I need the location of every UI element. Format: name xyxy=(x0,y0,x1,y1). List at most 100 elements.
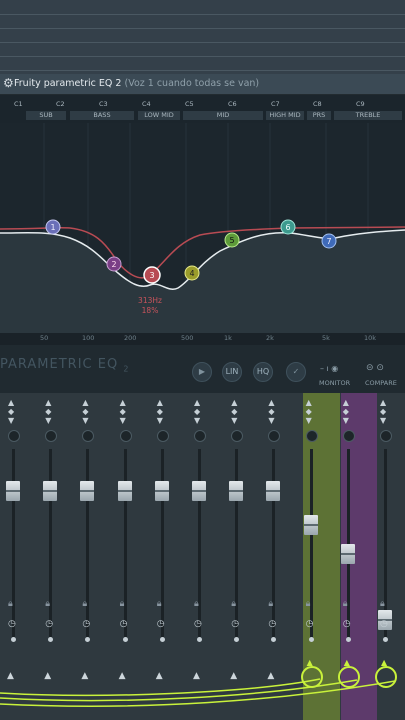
record-dot-icon[interactable] xyxy=(48,637,54,642)
pan-knob[interactable] xyxy=(380,430,392,442)
pan-knob[interactable] xyxy=(156,430,169,442)
note-label: C6 xyxy=(228,100,237,108)
pan-knob[interactable] xyxy=(305,430,318,442)
check-icon[interactable]: ✓ xyxy=(286,362,306,382)
route-arrows-icon[interactable]: ▲ ◆ ▼ xyxy=(343,398,349,425)
band-handle-label: 1 xyxy=(50,223,55,232)
volume-fader[interactable] xyxy=(117,480,132,501)
pan-knob[interactable] xyxy=(45,430,58,442)
lock-icon[interactable]: 🔒︎ xyxy=(82,599,87,609)
volume-fader[interactable] xyxy=(154,480,169,501)
volume-fader[interactable] xyxy=(43,480,58,501)
lock-icon[interactable]: 🔒︎ xyxy=(120,599,125,609)
fader-track xyxy=(235,449,239,639)
lock-icon[interactable]: 🔒︎ xyxy=(8,599,13,609)
route-arrows-icon[interactable]: ▲ ◆ ▼ xyxy=(157,398,163,425)
lock-icon[interactable]: 🔒︎ xyxy=(343,599,348,609)
volume-fader[interactable] xyxy=(340,543,355,564)
hq-button[interactable]: HQ xyxy=(253,362,273,382)
record-dot-icon[interactable] xyxy=(308,637,314,642)
route-arrows-icon[interactable]: ▲ ◆ ▼ xyxy=(268,398,274,425)
clock-icon[interactable]: ◷ xyxy=(380,619,388,629)
lock-icon[interactable]: 🔒︎ xyxy=(268,599,273,609)
eq-band-handle-4[interactable]: 4 xyxy=(184,265,200,281)
fader-track xyxy=(86,449,90,639)
plugin-title-bar[interactable]: ⚙ Fruity parametric EQ 2 (Voz 1 cuando t… xyxy=(0,74,405,95)
route-arrows-icon[interactable]: ▲ ◆ ▼ xyxy=(45,398,51,425)
pan-knob[interactable] xyxy=(342,430,355,442)
pan-knob[interactable] xyxy=(194,430,206,442)
lock-icon[interactable]: 🔒︎ xyxy=(45,599,50,609)
record-dot-icon[interactable] xyxy=(383,637,388,642)
lin-button[interactable]: LIN xyxy=(222,362,242,382)
record-dot-icon[interactable] xyxy=(197,637,202,642)
compare-label: COMPARE xyxy=(365,379,397,387)
lock-icon[interactable]: 🔒︎ xyxy=(306,599,311,609)
monitor-toggle-icon[interactable]: – ı ◉ xyxy=(320,364,338,373)
eq-band-handle-1[interactable]: 1 xyxy=(45,219,61,235)
pan-knob[interactable] xyxy=(119,430,132,442)
band-group-prs: PRS xyxy=(307,111,331,120)
eq-band-handle-5[interactable]: 5 xyxy=(224,232,240,248)
record-dot-icon[interactable] xyxy=(122,637,128,642)
route-arrows-icon[interactable]: ▲ ◆ ▼ xyxy=(306,398,312,425)
lock-icon[interactable]: 🔒︎ xyxy=(380,599,385,609)
route-arrows-icon[interactable]: ▲ ◆ ▼ xyxy=(194,398,200,425)
record-dot-icon[interactable] xyxy=(85,637,91,642)
band-handle-label: 6 xyxy=(285,223,290,232)
lock-icon[interactable]: 🔒︎ xyxy=(157,599,162,609)
note-label: C9 xyxy=(356,100,365,108)
record-dot-icon[interactable] xyxy=(234,637,240,642)
pan-knob[interactable] xyxy=(268,430,281,442)
record-dot-icon[interactable] xyxy=(271,637,277,642)
eq-band-handle-3[interactable]: 3 xyxy=(143,266,161,284)
route-arrows-icon[interactable]: ▲ ◆ ▼ xyxy=(82,398,88,425)
freq-tick: 50 xyxy=(40,334,49,342)
route-arrows-icon[interactable]: ▲ ◆ ▼ xyxy=(380,398,386,425)
freq-tick: 200 xyxy=(124,334,137,342)
pan-knob[interactable] xyxy=(82,430,95,442)
freq-tick: 5k xyxy=(322,334,330,342)
clock-icon[interactable]: ◷ xyxy=(306,619,314,629)
volume-fader[interactable] xyxy=(6,480,20,501)
eq-band-handle-2[interactable]: 2 xyxy=(106,256,122,272)
record-dot-icon[interactable] xyxy=(345,637,351,642)
route-arrows-icon[interactable]: ▲ ◆ ▼ xyxy=(231,398,237,425)
route-arrows-icon[interactable]: ▲ ◆ ▼ xyxy=(8,398,14,425)
mixer-panel: ▲ ◆ ▼ 🔒︎ ◷ ▲ ▲ ◆ ▼ 🔒︎ ◷ ▲ ▲ ◆ ▼ 🔒︎ ◷ ▲ ▲ ◆ ▼ 🔒︎ ◷ ▲ ▲ ◆ ▼ 🔒︎ ◷ ▲ ▲ ◆ ▼ 🔒︎… xyxy=(0,393,405,720)
clock-icon[interactable]: ◷ xyxy=(8,619,16,629)
clock-icon[interactable]: ◷ xyxy=(82,619,90,629)
clock-icon[interactable]: ◷ xyxy=(268,619,276,629)
record-dot-icon[interactable] xyxy=(11,637,16,642)
volume-fader[interactable] xyxy=(192,480,206,501)
route-arrows-icon[interactable]: ▲ ◆ ▼ xyxy=(120,398,126,425)
gear-icon[interactable]: ⚙ xyxy=(3,76,14,90)
clock-icon[interactable]: ◷ xyxy=(343,619,351,629)
clock-icon[interactable]: ◷ xyxy=(120,619,128,629)
clock-icon[interactable]: ◷ xyxy=(194,619,202,629)
band-header: C1 C2 C3 C4 C5 C6 C7 C8 C9 SUB BASS LOW … xyxy=(0,95,405,123)
note-label: C8 xyxy=(313,100,322,108)
clock-icon[interactable]: ◷ xyxy=(157,619,165,629)
eq-graph[interactable]: 1 2 3 4 5 6 7 313Hz 18% xyxy=(0,123,405,333)
play-icon[interactable]: ▶ xyxy=(192,362,212,382)
volume-fader[interactable] xyxy=(266,480,281,501)
clock-icon[interactable]: ◷ xyxy=(45,619,53,629)
eq-band-handle-7[interactable]: 7 xyxy=(321,233,337,249)
band-handle-label: 5 xyxy=(229,236,234,245)
fader-track xyxy=(49,449,53,639)
volume-fader[interactable] xyxy=(303,515,318,535)
lock-icon[interactable]: 🔒︎ xyxy=(194,599,199,609)
freq-tick: 2k xyxy=(266,334,274,342)
eq-band-handle-6[interactable]: 6 xyxy=(280,219,296,235)
lock-icon[interactable]: 🔒︎ xyxy=(231,599,236,609)
compare-toggle-icon[interactable]: ⊝ ⊙ xyxy=(366,363,384,373)
record-dot-icon[interactable] xyxy=(159,637,165,642)
volume-fader[interactable] xyxy=(80,480,95,501)
plugin-title: Fruity parametric EQ 2 (Voz 1 cuando tod… xyxy=(14,78,260,89)
pan-knob[interactable] xyxy=(8,430,20,442)
volume-fader[interactable] xyxy=(229,480,244,501)
clock-icon[interactable]: ◷ xyxy=(231,619,239,629)
pan-knob[interactable] xyxy=(231,430,244,442)
freq-readout: 313Hz xyxy=(138,296,162,305)
